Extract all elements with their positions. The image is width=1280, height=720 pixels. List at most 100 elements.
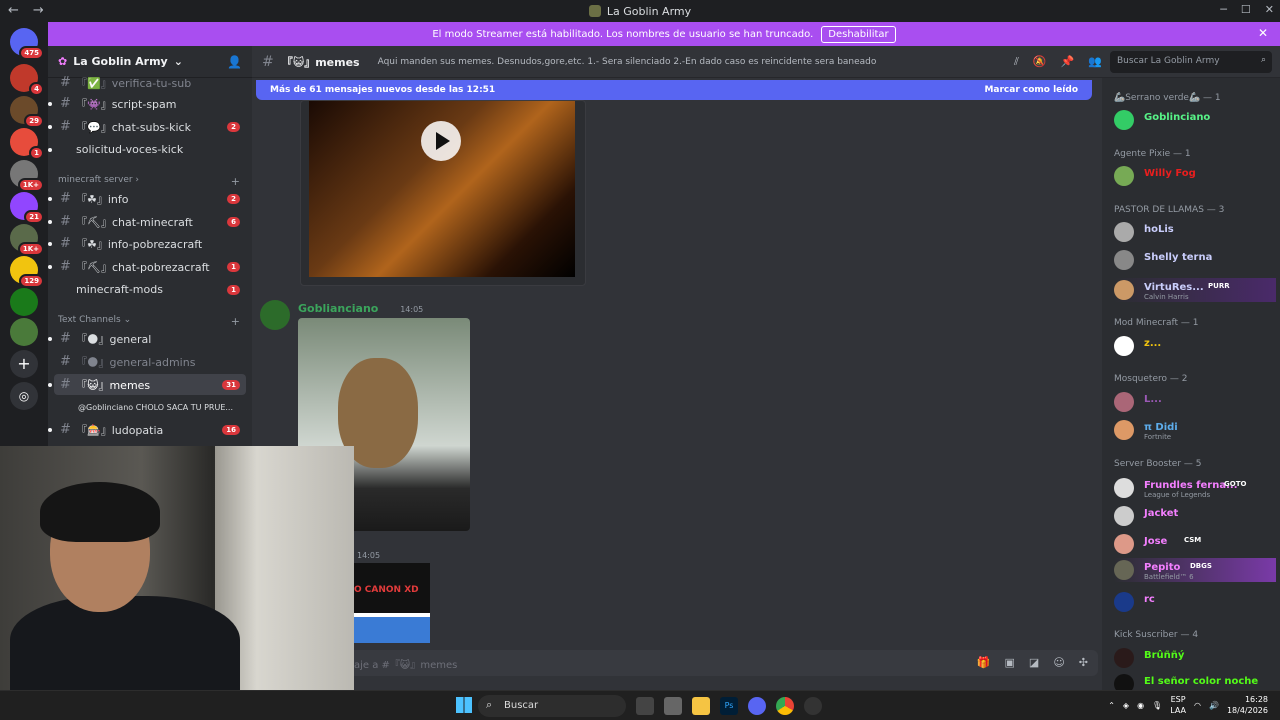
server-icon[interactable]: 4 xyxy=(10,64,44,96)
member-item[interactable]: Brûññý xyxy=(1114,646,1276,670)
server-icon[interactable]: 1K+ xyxy=(10,160,44,192)
mark-as-read-button[interactable]: Marcar como leído xyxy=(984,85,1078,95)
message-timestamp: 14:05 xyxy=(357,551,381,560)
channel-info[interactable]: # 『☘』info 2 xyxy=(48,188,246,209)
channel-minecraft-mods[interactable]: minecraft-mods 1 xyxy=(54,279,246,300)
app-icon[interactable] xyxy=(664,697,682,715)
member-name: Shelly terna xyxy=(1144,252,1213,263)
member-item[interactable]: Shelly terna xyxy=(1114,248,1276,272)
search-input[interactable]: Buscar La Goblin Army ⌕ xyxy=(1110,51,1272,73)
member-list-icon[interactable]: 👥 xyxy=(1088,55,1102,69)
sticker-icon[interactable]: ◪ xyxy=(1029,656,1039,669)
member-item[interactable]: π Didi Fortnite xyxy=(1114,418,1276,442)
discord-icon[interactable] xyxy=(748,697,766,715)
member-item[interactable]: hoLis xyxy=(1114,220,1276,244)
discord-home-icon[interactable]: 475 xyxy=(10,28,44,60)
channel-solicitud-voces-kick[interactable]: solicitud-voces-kick xyxy=(48,139,246,160)
server-icon[interactable]: 1K+ xyxy=(10,224,44,256)
explore-icon[interactable]: ◎ xyxy=(10,382,38,410)
mic-icon[interactable]: 🎙 xyxy=(1152,701,1162,710)
member-item[interactable]: rc xyxy=(1114,590,1276,614)
server-icon[interactable]: 129 xyxy=(10,256,44,288)
language-indicator[interactable]: ESP LAA xyxy=(1170,694,1186,716)
member-item[interactable]: El señor color noche xyxy=(1114,672,1276,690)
apps-icon[interactable]: ✣ xyxy=(1079,656,1088,669)
maximize-icon[interactable]: ☐ xyxy=(1241,3,1251,16)
invite-icon[interactable]: 👤 xyxy=(227,55,242,69)
emoji-icon[interactable]: ☺ xyxy=(1053,656,1064,669)
embed-thumbnail[interactable]: O CANON XD xyxy=(352,563,430,643)
disable-streamer-button[interactable]: Deshabilitar xyxy=(821,25,896,43)
server-icon[interactable]: 29 xyxy=(10,96,44,128)
member-item[interactable]: Jacket xyxy=(1114,504,1276,528)
file-explorer-icon[interactable] xyxy=(692,697,710,715)
channel-ludopatia[interactable]: # 『🎰』ludopatia 16 xyxy=(48,419,246,440)
volume-icon[interactable]: 🔊 xyxy=(1209,701,1219,710)
avatar xyxy=(1114,336,1134,356)
threads-icon[interactable]: ⫽ xyxy=(1014,55,1019,69)
member-item[interactable]: Jose CSM xyxy=(1114,532,1276,556)
channel-info-pobrezacraft[interactable]: # 『☘』info-pobrezacraft xyxy=(48,233,246,254)
message-author[interactable]: Goblianciano 14:05 xyxy=(298,302,423,315)
add-server-icon[interactable]: + xyxy=(10,350,38,378)
new-messages-bar[interactable]: Más de 61 mensajes nuevos desde las 12:5… xyxy=(256,80,1092,100)
windows-start-icon[interactable] xyxy=(456,697,472,713)
member-activity: Fortnite xyxy=(1144,433,1172,441)
taskbar-search[interactable]: ⌕ Buscar xyxy=(478,695,626,717)
server-icon[interactable] xyxy=(10,288,38,316)
tray-app-icon[interactable]: ◈ xyxy=(1123,701,1129,710)
thread-item[interactable]: @Goblinciano CHOLO SACA TU PRUE... xyxy=(54,397,246,418)
message-input[interactable]: aje a #『😺』memes 🎁 ▣ ◪ ☺ ✣ xyxy=(260,650,1098,676)
play-icon[interactable] xyxy=(421,121,461,161)
channel-general-admins[interactable]: # 『🌑』general-admins xyxy=(54,351,246,372)
mute-bell-icon[interactable]: 🔕 xyxy=(1033,55,1047,69)
channel-general[interactable]: # 『🌑』general xyxy=(48,328,246,349)
avatar[interactable] xyxy=(260,300,290,330)
category-text-channels[interactable]: Text Channels ⌄ + xyxy=(58,315,244,328)
guild-tag: PURR xyxy=(1208,282,1230,290)
member-item[interactable]: Goblinciano xyxy=(1114,108,1276,132)
member-group-title: PASTOR DE LLAMAS — 3 xyxy=(1114,205,1225,215)
channel-verifica-tu-sub[interactable]: # 『✅』verifica-tu-sub xyxy=(54,72,246,93)
chrome-icon[interactable] xyxy=(776,697,794,715)
member-item[interactable]: Willy Fog xyxy=(1114,164,1276,188)
gift-icon[interactable]: 🎁 xyxy=(977,656,991,669)
server-badge: 1 xyxy=(29,146,44,160)
minimize-icon[interactable]: ─ xyxy=(1220,3,1227,16)
twitch-server-icon[interactable]: 21 xyxy=(10,192,44,224)
add-channel-icon[interactable]: + xyxy=(231,315,240,328)
task-view-icon[interactable] xyxy=(636,697,654,715)
channel-topic[interactable]: Aqui manden sus memes. Desnudos,gore,etc… xyxy=(378,57,877,67)
category-minecraft-server[interactable]: minecraft server › + xyxy=(58,175,244,188)
add-channel-icon[interactable]: + xyxy=(231,175,240,188)
channel-memes[interactable]: # 『😺』memes 31 xyxy=(48,374,246,395)
chevron-up-icon[interactable]: ⌃ xyxy=(1108,701,1115,710)
close-banner-icon[interactable]: ✕ xyxy=(1258,26,1268,40)
wifi-icon[interactable]: ◠ xyxy=(1194,701,1201,710)
app-icon[interactable] xyxy=(804,697,822,715)
hash-icon: # xyxy=(60,214,71,229)
tray-app-icon[interactable]: ◉ xyxy=(1137,701,1144,710)
photoshop-icon[interactable]: Ps xyxy=(720,697,738,715)
forward-arrow-icon[interactable]: → xyxy=(33,3,44,18)
gif-icon[interactable]: ▣ xyxy=(1005,656,1015,669)
channel-chat-pobrezacraft[interactable]: # 『⛏』chat-pobrezacraft 1 xyxy=(48,256,246,277)
back-arrow-icon[interactable]: ← xyxy=(8,3,19,18)
clock[interactable]: 16:28 18/4/2026 xyxy=(1227,694,1268,716)
member-item[interactable]: L... xyxy=(1114,390,1276,414)
member-item[interactable]: Frundles ferna... GOTO League of Legends xyxy=(1114,476,1276,500)
video-attachment[interactable] xyxy=(300,100,586,286)
pin-icon[interactable]: 📌 xyxy=(1061,55,1075,69)
channel-chat-minecraft[interactable]: # 『⛏』chat-minecraft 6 xyxy=(48,211,246,232)
server-icon[interactable]: 1 xyxy=(10,128,44,160)
person-shirt xyxy=(10,596,240,690)
server-icon[interactable] xyxy=(10,318,38,346)
member-item[interactable]: VirtuRes... PURR Calvin Harris xyxy=(1114,278,1276,302)
channel-script-spam[interactable]: # 『👾』script-spam xyxy=(48,93,246,114)
close-icon[interactable]: ✕ xyxy=(1265,3,1274,16)
channel-label: 『🌑』general xyxy=(76,332,152,346)
window-controls: ─ ☐ ✕ xyxy=(1220,3,1274,16)
member-item[interactable]: Pepito DBGS Battlefield™ 6 xyxy=(1114,558,1276,582)
member-item[interactable]: z... xyxy=(1114,334,1276,358)
channel-chat-subs-kick[interactable]: # 『💬』chat-subs-kick 2 xyxy=(48,116,246,137)
